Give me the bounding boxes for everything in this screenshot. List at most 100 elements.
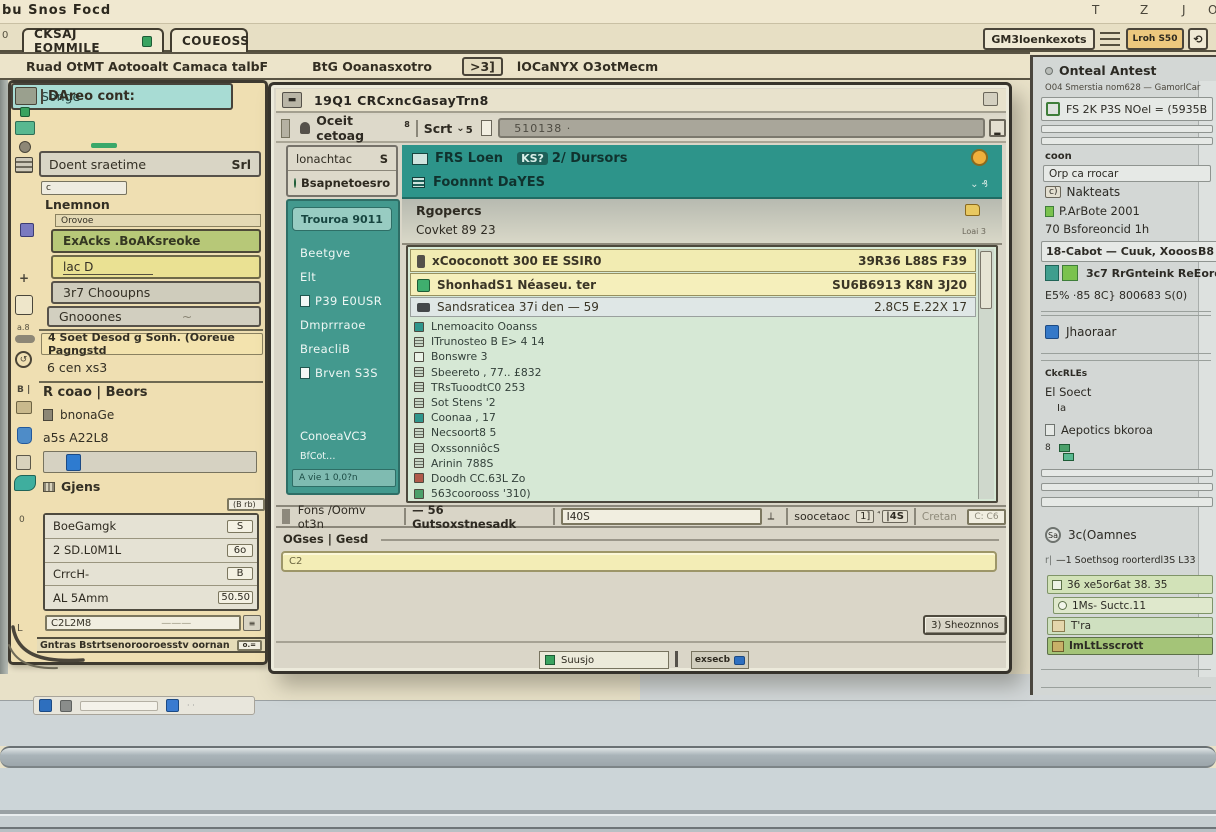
green-row-2[interactable]: 1Ms- Suctc.11	[1053, 597, 1213, 614]
teal-swoosh-icon[interactable]	[14, 475, 36, 491]
scrollbar-thumb[interactable]	[980, 251, 992, 309]
list-item[interactable]: Bonswre 3	[412, 349, 972, 364]
orovoe-row[interactable]: Orovoe	[55, 214, 261, 227]
menu-item-2[interactable]: BtG Ooanasxotro	[312, 59, 432, 74]
collapse-button[interactable]: ▂	[989, 119, 1006, 137]
tab-main[interactable]: CKSAJ EOMMILE	[22, 28, 164, 52]
list-item[interactable]: OxssonniôcS	[412, 441, 972, 456]
menu-item-4[interactable]: lOCaNYX O3otMecm	[517, 59, 658, 74]
list-item[interactable]: 563coorooss '310)	[412, 486, 972, 501]
system-menu-icon[interactable]: ▬	[282, 92, 302, 108]
listbox-row[interactable]: 2 SD.L0M1L 6o	[45, 539, 257, 563]
list-item[interactable]: Necsoort8 5	[412, 425, 972, 440]
checkbox-icon[interactable]	[1052, 580, 1062, 590]
menu-item-1[interactable]: Ruad OtMT Aotooalt Camaca talbF	[26, 59, 268, 74]
sidebar-item[interactable]: Beetgve	[300, 241, 398, 265]
cabot-field[interactable]: 18-Cabot — Cuuk, Xooos B8	[1041, 241, 1216, 262]
listbox-row[interactable]: CrrcH- B	[45, 563, 257, 587]
sidebar-item[interactable]: P39 E0USR	[300, 289, 398, 313]
refresh-circle-icon[interactable]: ↺	[15, 351, 32, 368]
folder-badge-icon[interactable]	[965, 204, 980, 216]
edit-catalog-button[interactable]: Oceit cetoag	[316, 113, 401, 143]
list-item[interactable]: Lnemoacito Ooanss	[412, 319, 972, 334]
nakteats-row[interactable]: c) Nakteats	[1045, 185, 1120, 199]
app-icon-blue-2[interactable]	[166, 699, 179, 712]
list-item[interactable]: ITrunosteo B E> 4 14	[412, 334, 972, 349]
db-row[interactable]: a5s A22L8	[43, 427, 213, 447]
sidebar-footer[interactable]: A vie 1 0,0?n	[292, 469, 396, 487]
radio-icon[interactable]	[1058, 601, 1067, 610]
fs-row[interactable]: FS 2K P3S NOel = (5935B	[1041, 97, 1213, 121]
list-item[interactable]: Doodh CC.63L Zo	[412, 471, 972, 486]
folder-icon[interactable]	[16, 401, 32, 414]
orange-button[interactable]: Lroh S50	[1126, 28, 1184, 50]
list-scrollbar[interactable]	[978, 249, 994, 499]
list-item[interactable]: TRsTuoodtC0 253	[412, 380, 972, 395]
mode-badge-2[interactable]: |4S	[882, 510, 908, 523]
db-cylinder-icon[interactable]	[17, 427, 32, 444]
count-row[interactable]: 6 cen xs3	[41, 357, 191, 377]
soect-row[interactable]: El Soect	[1045, 385, 1091, 399]
sidebar-item[interactable]: Elt	[300, 265, 398, 289]
teal-chip-icon[interactable]	[15, 121, 35, 135]
green-row-3[interactable]: T'ra	[1047, 617, 1213, 635]
monitor-icon[interactable]	[15, 87, 37, 105]
knob-icon[interactable]	[19, 141, 31, 153]
list-item[interactable]: Coonaa , 17	[412, 410, 972, 425]
square-button-icon[interactable]	[16, 455, 31, 470]
record-row-highlight-3[interactable]: Sandsraticea 37i den — 59 2.8C5 E.22X 17	[410, 297, 976, 317]
jhaoraar-row[interactable]: Jhaoraar	[1045, 325, 1116, 339]
undo-icon[interactable]: ⟲	[1188, 28, 1208, 50]
dialog-titlebar[interactable]: ▬ 19Q1 CRCxncGasayTrn8	[276, 89, 1006, 113]
listbox-row[interactable]: BoeGamgk S	[45, 515, 257, 539]
sidebar-item-lower-1[interactable]: ConoeaVC3	[300, 429, 367, 443]
sidebar-item[interactable]: Brven S3S	[300, 361, 398, 385]
sidebar-selected-item[interactable]: Trouroa 9011	[292, 207, 392, 231]
sidebar-item[interactable]: Dmprrraoe	[300, 313, 398, 337]
sidebar-subheader-row[interactable]: Bsapnetoesro	[288, 171, 396, 195]
status-field[interactable]: Suusjo	[539, 651, 669, 669]
datetime-row[interactable]: Doent sraetime Srl	[39, 151, 261, 177]
menu-item-3[interactable]: >3]	[462, 57, 503, 76]
address-field[interactable]: 510138 ·	[498, 118, 984, 138]
rp-field-1[interactable]: Orp ca rrocar	[1043, 165, 1211, 182]
listbox-row[interactable]: AL 5Amm 50.50	[45, 586, 257, 609]
sort-button[interactable]: Scrt	[424, 121, 453, 136]
input-side-icon[interactable]: ≡	[243, 615, 261, 631]
mode-badge-1[interactable]: 1]	[856, 510, 874, 523]
list-item[interactable]: Sot Stens '2	[412, 395, 972, 410]
app-icon-grey[interactable]	[60, 700, 72, 712]
blue-icon-row[interactable]	[43, 451, 257, 473]
sa-row[interactable]: Sa 3c(Oamnes	[1045, 527, 1137, 543]
sidebar-item[interactable]: BreacliB	[300, 337, 398, 361]
sidebar-item-lower-2[interactable]: BfCot…	[300, 451, 336, 462]
blank-button-icon[interactable]	[15, 295, 33, 315]
filter-label[interactable]: — 56 Gutsoxstnesadk	[412, 503, 547, 531]
yellow-highlight-row[interactable]: lac D	[51, 255, 261, 279]
toolbar-button-right[interactable]: GM3loenkexots	[983, 28, 1095, 50]
status-button[interactable]: exsecb	[691, 651, 749, 669]
titlebar-restore-icon[interactable]	[983, 92, 998, 106]
mode-label[interactable]: soocetaoc	[794, 510, 850, 523]
green-highlight-row[interactable]: ExAcks .BoAKsreoke	[51, 229, 261, 253]
aepotics-row[interactable]: Aepotics bkoroa	[1045, 423, 1153, 437]
list-icon[interactable]	[15, 157, 33, 173]
sort-row[interactable]: 4 Soet Desod g Sonh. (Ooreue Pagngstd	[41, 333, 263, 355]
fonts-menu[interactable]: Fons /Oomv ot3n	[298, 503, 392, 531]
record-row-highlight-1[interactable]: xCooconott 300 EE SSIR0 39R36 L88S F39	[410, 249, 976, 272]
green-row-selected[interactable]: ImLtLsscrott	[1047, 637, 1213, 655]
changes-row[interactable]: 3r7 Chooupns	[51, 281, 261, 304]
groups-row[interactable]: Gnooones ~	[47, 306, 261, 327]
hamburger-icon[interactable]	[1100, 30, 1120, 48]
green-row-1[interactable]: 36 xe5or6at 38. 35	[1047, 575, 1213, 594]
green-icons-row[interactable]: 3c7 RrGnteink ReEores	[1045, 265, 1216, 281]
tab-secondary[interactable]: COUEOSS	[170, 28, 248, 52]
browse-row[interactable]: bnonaGe	[43, 405, 193, 424]
record-row-highlight-2[interactable]: ShonhadS1 Néaseu. ter SU6B6913 K8N 3J20	[410, 273, 976, 296]
filter-field[interactable]: I40S	[561, 508, 762, 525]
side-mini-box[interactable]: (B rb)	[227, 498, 265, 511]
list-item[interactable]: Sbeereto , 77.. £832	[412, 365, 972, 380]
mini-search-field[interactable]: c	[41, 181, 127, 195]
purple-icon[interactable]	[20, 223, 34, 237]
arbote-row[interactable]: P.ArBote 2001	[1045, 204, 1140, 218]
